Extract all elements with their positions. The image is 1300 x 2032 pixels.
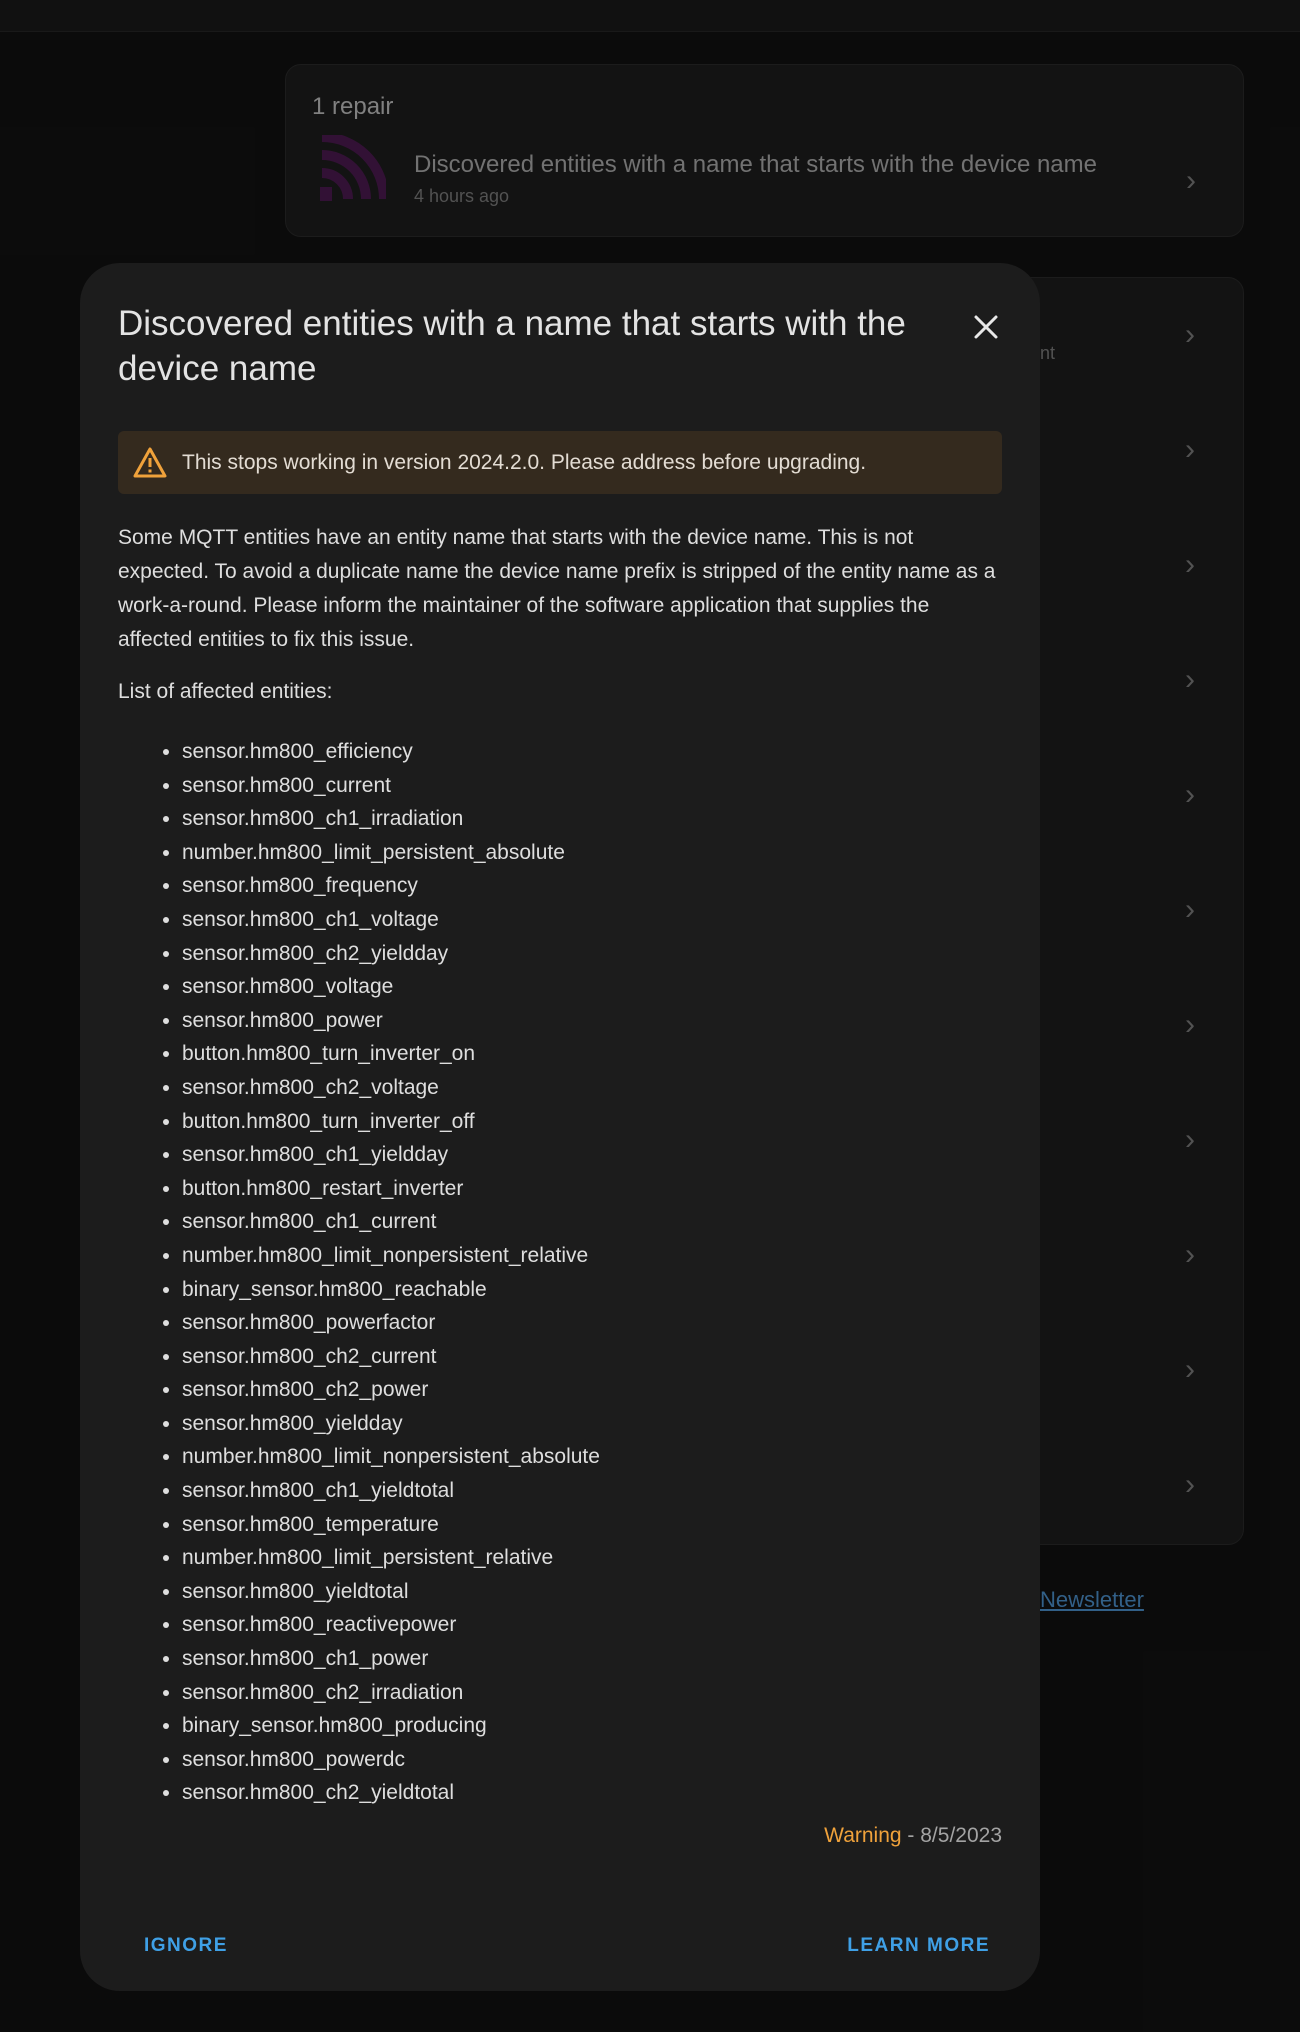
affected-entity-item: sensor.hm800_yieldtotal: [182, 1575, 982, 1609]
affected-entity-item: sensor.hm800_frequency: [182, 869, 982, 903]
affected-entity-item: sensor.hm800_current: [182, 769, 982, 803]
affected-entity-item: sensor.hm800_reactivepower: [182, 1608, 982, 1642]
affected-entity-item: sensor.hm800_ch2_power: [182, 1373, 982, 1407]
affected-entity-item: sensor.hm800_ch1_power: [182, 1642, 982, 1676]
affected-entity-item: sensor.hm800_power: [182, 1004, 982, 1038]
close-icon: [974, 315, 998, 339]
affected-entity-item: sensor.hm800_ch2_yieldday: [182, 937, 982, 971]
affected-entity-item: sensor.hm800_powerdc: [182, 1743, 982, 1777]
affected-entity-item: sensor.hm800_ch2_current: [182, 1340, 982, 1374]
affected-entity-item: button.hm800_turn_inverter_on: [182, 1037, 982, 1071]
affected-entity-item: binary_sensor.hm800_reachable: [182, 1273, 982, 1307]
ignore-button[interactable]: IGNORE: [132, 1927, 240, 1965]
affected-entity-item: button.hm800_restart_inverter: [182, 1172, 982, 1206]
meta-separator: -: [901, 1824, 921, 1847]
affected-entity-item: sensor.hm800_ch1_yieldday: [182, 1138, 982, 1172]
close-button[interactable]: [956, 297, 1016, 357]
affected-entity-item: number.hm800_limit_persistent_absolute: [182, 836, 982, 870]
warning-triangle-icon: [133, 447, 167, 478]
affected-entities-label: List of affected entities:: [118, 680, 333, 703]
issue-description: Some MQTT entities have an entity name t…: [118, 526, 996, 651]
severity-label: Warning: [824, 1824, 902, 1847]
affected-entity-item: number.hm800_limit_persistent_relative: [182, 1541, 982, 1575]
affected-entity-item: number.hm800_limit_nonpersistent_absolut…: [182, 1440, 982, 1474]
affected-entity-item: number.hm800_limit_nonpersistent_relativ…: [182, 1239, 982, 1273]
issue-date: 8/5/2023: [920, 1824, 1002, 1847]
affected-entity-item: sensor.hm800_ch1_yieldtotal: [182, 1474, 982, 1508]
alert-text: This stops working in version 2024.2.0. …: [182, 451, 867, 474]
affected-entity-item: sensor.hm800_ch2_irradiation: [182, 1676, 982, 1710]
issue-meta: Warning - 8/5/2023: [824, 1824, 1002, 1848]
repair-dialog: Discovered entities with a name that sta…: [80, 263, 1040, 1991]
warning-alert: This stops working in version 2024.2.0. …: [118, 431, 1002, 494]
affected-entity-item: sensor.hm800_ch1_irradiation: [182, 802, 982, 836]
affected-entity-item: sensor.hm800_temperature: [182, 1508, 982, 1542]
affected-entity-item: sensor.hm800_ch1_current: [182, 1205, 982, 1239]
affected-entity-item: sensor.hm800_ch1_voltage: [182, 903, 982, 937]
dialog-title: Discovered entities with a name that sta…: [118, 304, 906, 388]
affected-entities-list: sensor.hm800_efficiencysensor.hm800_curr…: [118, 735, 982, 1810]
affected-entity-item: sensor.hm800_powerfactor: [182, 1306, 982, 1340]
learn-more-button[interactable]: LEARN MORE: [835, 1927, 1002, 1965]
affected-entity-item: sensor.hm800_efficiency: [182, 735, 982, 769]
affected-entity-item: sensor.hm800_voltage: [182, 970, 982, 1004]
affected-entity-item: binary_sensor.hm800_producing: [182, 1709, 982, 1743]
affected-entity-item: sensor.hm800_yieldday: [182, 1407, 982, 1441]
affected-entity-item: sensor.hm800_ch2_yieldtotal: [182, 1776, 982, 1810]
affected-entity-item: button.hm800_turn_inverter_off: [182, 1105, 982, 1139]
affected-entity-item: sensor.hm800_ch2_voltage: [182, 1071, 982, 1105]
